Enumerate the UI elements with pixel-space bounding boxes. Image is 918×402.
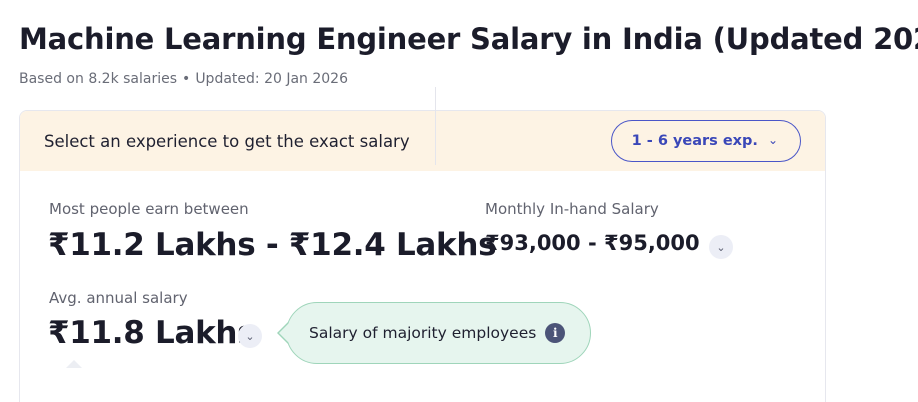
chevron-down-icon: ⌄ — [767, 133, 778, 147]
salary-meta: Based on 8.2k salaries • Updated: 20 Jan 2… — [19, 71, 348, 87]
experience-selected-value: 1 - 6 years exp. — [631, 133, 758, 149]
updated-text: Updated: 20 Jan 2026 — [195, 71, 348, 87]
salary-page: Machine Learning Engineer Salary in Indi… — [0, 0, 918, 402]
average-value: ₹11.8 Lakhs — [48, 315, 256, 351]
range-marker — [66, 360, 82, 368]
average-expand-chevron-icon[interactable]: ⌄ — [238, 324, 262, 348]
tooltip-arrow-fill — [279, 323, 289, 343]
monthly-expand-chevron-icon[interactable]: ⌄ — [709, 235, 733, 259]
stats-divider — [435, 87, 436, 165]
tooltip-text: Salary of majority employees — [309, 324, 537, 342]
range-value: ₹11.2 Lakhs - ₹12.4 Lakhs — [48, 227, 497, 263]
info-icon[interactable]: i — [545, 323, 566, 343]
majority-tooltip: Salary of majority employees i — [286, 302, 591, 364]
page-title: Machine Learning Engineer Salary in Indi… — [19, 22, 918, 56]
range-label: Most people earn between — [49, 200, 249, 218]
experience-dropdown[interactable]: 1 - 6 years exp. ⌄ — [610, 120, 801, 162]
based-on-text: Based on 8.2k salaries — [19, 71, 178, 87]
meta-separator: • — [182, 71, 191, 87]
average-label: Avg. annual salary — [49, 289, 188, 307]
experience-prompt: Select an experience to get the exact sa… — [44, 131, 410, 151]
monthly-label: Monthly In-hand Salary — [485, 200, 659, 218]
experience-bar: Select an experience to get the exact sa… — [20, 111, 825, 171]
monthly-value: ₹93,000 - ₹95,000 — [485, 231, 700, 255]
